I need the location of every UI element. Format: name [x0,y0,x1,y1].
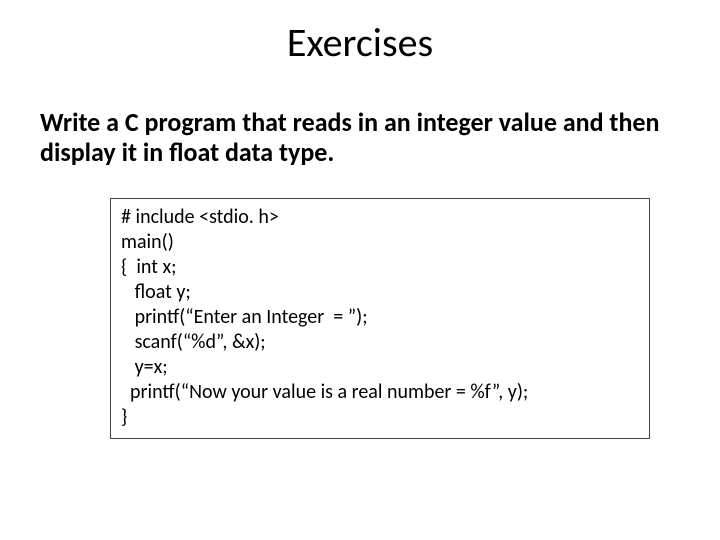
code-line: printf(“Now your value is a real number … [121,380,528,404]
code-box: # include <stdio. h> main() { int x; flo… [110,198,650,439]
code-line: { int x; [121,255,176,279]
code-line: float y; [121,280,191,304]
slide-title: Exercises [0,18,720,67]
code-line: y=x; [121,355,168,379]
slide: Exercises Write a C program that reads i… [0,0,720,540]
code-line: scanf(“%d”, &x); [121,330,266,354]
exercise-prompt: Write a C program that reads in an integ… [40,108,660,168]
code-line: } [121,405,127,429]
code-line: # include <stdio. h> [121,205,279,229]
code-line: main() [121,230,174,254]
code-line: printf(“Enter an Integer = ”); [121,305,368,329]
